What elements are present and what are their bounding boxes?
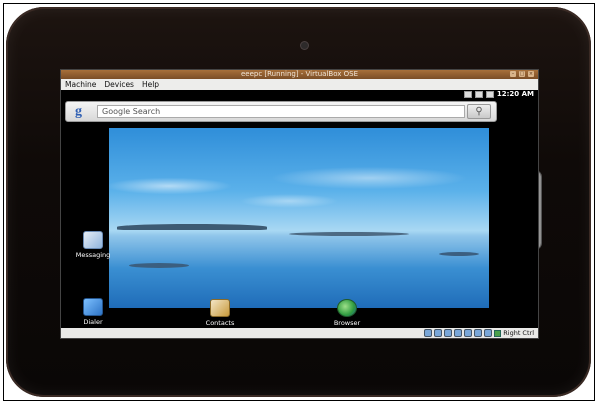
network-icon[interactable] <box>454 329 462 337</box>
app-contacts[interactable]: Contacts <box>200 299 240 327</box>
status-icons: 12:20 AM <box>463 90 534 98</box>
host-key-indicator: Right Ctrl <box>494 328 534 338</box>
menu-bar: Machine Devices Help <box>61 79 538 90</box>
status-clock: 12:20 AM <box>496 90 534 98</box>
host-key-label: Right Ctrl <box>503 329 534 337</box>
clouds <box>109 156 489 216</box>
camera-icon <box>301 42 308 49</box>
google-search-widget[interactable]: g Google Search ⚲ <box>65 101 497 122</box>
close-icon[interactable]: × <box>528 71 534 77</box>
messaging-icon <box>83 231 103 249</box>
menu-devices[interactable]: Devices <box>104 79 134 90</box>
sim-icon <box>463 90 472 98</box>
vbox-status-bar: Right Ctrl <box>61 328 538 338</box>
rock-right <box>439 252 479 256</box>
browser-icon <box>337 299 357 317</box>
shared-folder-icon[interactable] <box>474 329 482 337</box>
search-input[interactable]: Google Search <box>97 105 465 118</box>
maximize-icon[interactable]: □ <box>519 71 525 77</box>
menu-help[interactable]: Help <box>142 79 159 90</box>
home-wallpaper <box>109 128 489 308</box>
dialer-icon <box>83 298 103 316</box>
app-dialer[interactable]: Dialer <box>73 298 113 326</box>
mouse-integration-icon[interactable] <box>484 329 492 337</box>
rock-left <box>129 263 189 268</box>
app-label: Browser <box>333 319 361 327</box>
minimize-icon[interactable]: – <box>510 71 516 77</box>
menu-machine[interactable]: Machine <box>65 79 96 90</box>
cd-icon[interactable] <box>434 329 442 337</box>
island-left <box>117 224 267 230</box>
host-key-icon <box>494 329 502 337</box>
google-logo: g <box>75 104 82 119</box>
app-label: Dialer <box>83 318 103 326</box>
search-icon[interactable]: ⚲ <box>467 104 491 119</box>
app-browser[interactable]: Browser <box>327 299 367 327</box>
usb-icon[interactable] <box>464 329 472 337</box>
window-titlebar: eeepc [Running] - VirtualBox OSE – □ × <box>61 70 538 79</box>
app-label: Contacts <box>205 319 235 327</box>
virtualbox-window: eeepc [Running] - VirtualBox OSE – □ × M… <box>60 69 539 339</box>
battery-icon <box>485 90 494 98</box>
app-messaging[interactable]: Messaging <box>73 231 113 259</box>
contacts-icon <box>210 299 230 317</box>
status-device-icons <box>424 329 492 337</box>
guest-screen: 12:20 AM g Google Search ⚲ Messaging Dia… <box>61 90 538 328</box>
app-label: Messaging <box>75 251 111 259</box>
floppy-icon[interactable] <box>444 329 452 337</box>
window-title: eeepc [Running] - VirtualBox OSE <box>240 70 359 78</box>
hdd-icon[interactable] <box>424 329 432 337</box>
android-status-bar: 12:20 AM <box>61 90 538 98</box>
signal-icon <box>474 90 483 98</box>
island-center <box>289 232 409 236</box>
window-controls: – □ × <box>510 71 534 77</box>
